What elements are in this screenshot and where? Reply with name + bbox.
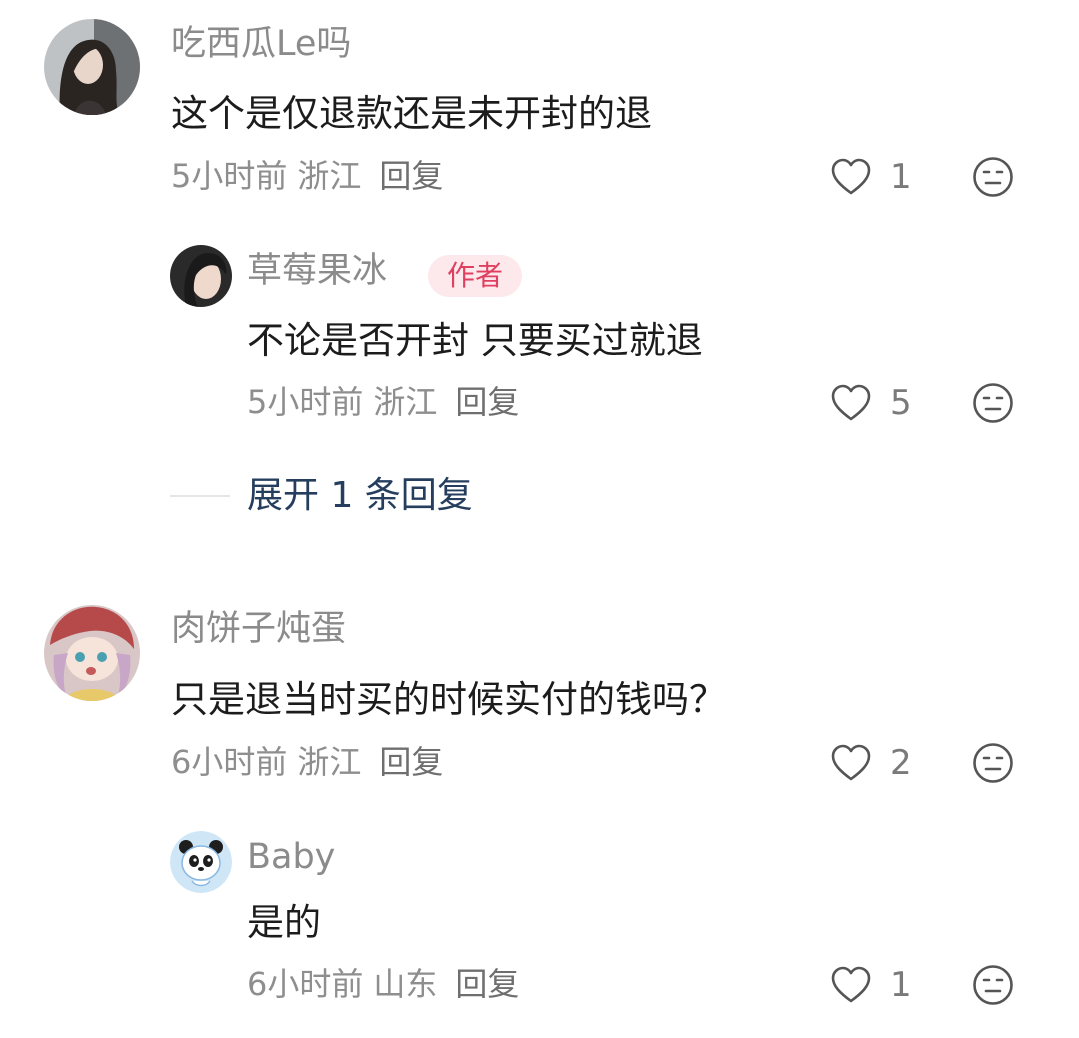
emoji-reaction-button[interactable] [972, 382, 1014, 424]
comment-time: 5小时前 [171, 157, 288, 195]
comment-username[interactable]: 肉饼子炖蛋 [171, 612, 346, 647]
reply-text: 不论是否开封 只要买过就退 [247, 319, 703, 362]
reply-username[interactable]: Baby [247, 840, 335, 875]
author-badge: 作者 [428, 255, 523, 297]
reply-time: 5小时前 [247, 383, 364, 421]
reply-meta: 5小时前 浙江 回复 [247, 386, 519, 418]
expand-replies-button[interactable]: 展开 1 条回复 [247, 478, 473, 514]
heart-outline-icon [831, 384, 871, 421]
neutral-face-icon [973, 743, 1013, 783]
reply-meta: 6小时前 山东 回复 [247, 968, 519, 1000]
heart-outline-icon [831, 744, 871, 781]
avatar[interactable] [170, 245, 232, 307]
reply-text: 是的 [247, 901, 321, 944]
avatar[interactable] [170, 831, 232, 893]
neutral-face-icon [973, 965, 1013, 1005]
like-button[interactable]: 5 [830, 383, 912, 423]
like-button[interactable]: 1 [830, 965, 912, 1005]
heart-outline-icon [831, 158, 871, 195]
comment-location: 浙江 [297, 743, 362, 781]
panda-avatar-icon [170, 831, 232, 893]
reply-button[interactable]: 回复 [379, 157, 443, 195]
comment-location: 浙江 [297, 157, 362, 195]
reply-button[interactable]: 回复 [455, 965, 519, 1003]
comment-time: 6小时前 [171, 743, 288, 781]
expand-divider [170, 495, 230, 497]
like-count: 5 [890, 383, 912, 423]
neutral-face-icon [973, 157, 1013, 197]
user-avatar-cartoon [44, 605, 140, 701]
emoji-reaction-button[interactable] [972, 964, 1014, 1006]
avatar[interactable] [44, 605, 140, 701]
reply-location: 浙江 [373, 383, 438, 421]
comment-meta: 5小时前 浙江 回复 [171, 160, 443, 192]
comment-text: 这个是仅退款还是未开封的退 [171, 92, 652, 135]
reply-username[interactable]: 草莓果冰 [247, 254, 387, 289]
emoji-reaction-button[interactable] [972, 742, 1014, 784]
user-avatar-photo [44, 19, 140, 115]
comment-meta: 6小时前 浙江 回复 [171, 746, 443, 778]
like-button[interactable]: 1 [830, 157, 912, 197]
like-count: 1 [890, 157, 912, 197]
user-avatar-photo [170, 245, 232, 307]
reply-time: 6小时前 [247, 965, 364, 1003]
emoji-reaction-button[interactable] [972, 156, 1014, 198]
comment-text: 只是退当时买的时候实付的钱吗？ [171, 678, 726, 721]
reply-button[interactable]: 回复 [379, 743, 443, 781]
avatar[interactable] [44, 19, 140, 115]
heart-outline-icon [831, 966, 871, 1003]
comment-username[interactable]: 吃西瓜Le吗 [171, 27, 351, 62]
neutral-face-icon [973, 383, 1013, 423]
like-button[interactable]: 2 [830, 743, 912, 783]
like-count: 2 [890, 743, 912, 783]
reply-button[interactable]: 回复 [455, 383, 519, 421]
like-count: 1 [890, 965, 912, 1005]
reply-location: 山东 [373, 965, 438, 1003]
